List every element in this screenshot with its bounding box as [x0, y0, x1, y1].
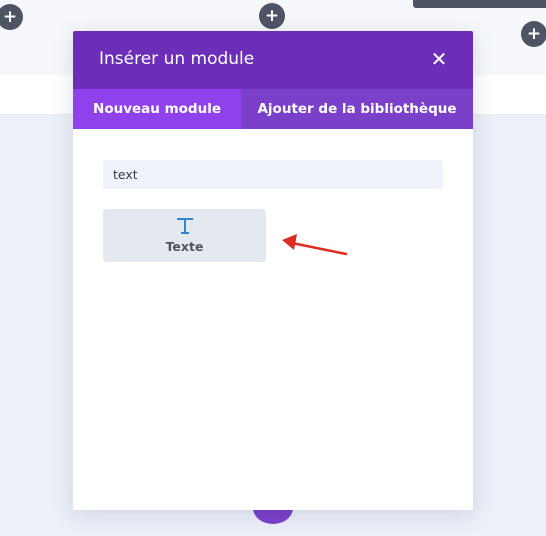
close-icon: ✕ — [430, 47, 448, 71]
modal-header: Insérer un module ✕ — [73, 31, 473, 89]
module-search-input[interactable] — [103, 160, 443, 189]
add-module-button[interactable]: + — [259, 3, 285, 29]
add-row-button[interactable]: + — [521, 21, 546, 47]
plus-icon: + — [526, 23, 542, 44]
settings-bar[interactable] — [413, 0, 546, 8]
plus-icon: + — [2, 6, 18, 27]
module-card-label: Texte — [165, 239, 204, 254]
red-arrow-annotation — [282, 234, 348, 256]
insert-module-modal: Insérer un module ✕ Nouveau module Ajout… — [73, 31, 473, 510]
module-card-text[interactable]: Texte — [103, 209, 266, 262]
tab-new-module[interactable]: Nouveau module — [73, 89, 241, 129]
text-t-icon — [177, 218, 193, 234]
plus-icon: + — [264, 5, 280, 26]
tab-add-from-library[interactable]: Ajouter de la bibliothèque — [241, 89, 473, 129]
close-button[interactable]: ✕ — [425, 45, 453, 73]
modal-title: Insérer un module — [99, 49, 255, 69]
modal-tabs: Nouveau module Ajouter de la bibliothèqu… — [73, 89, 473, 129]
